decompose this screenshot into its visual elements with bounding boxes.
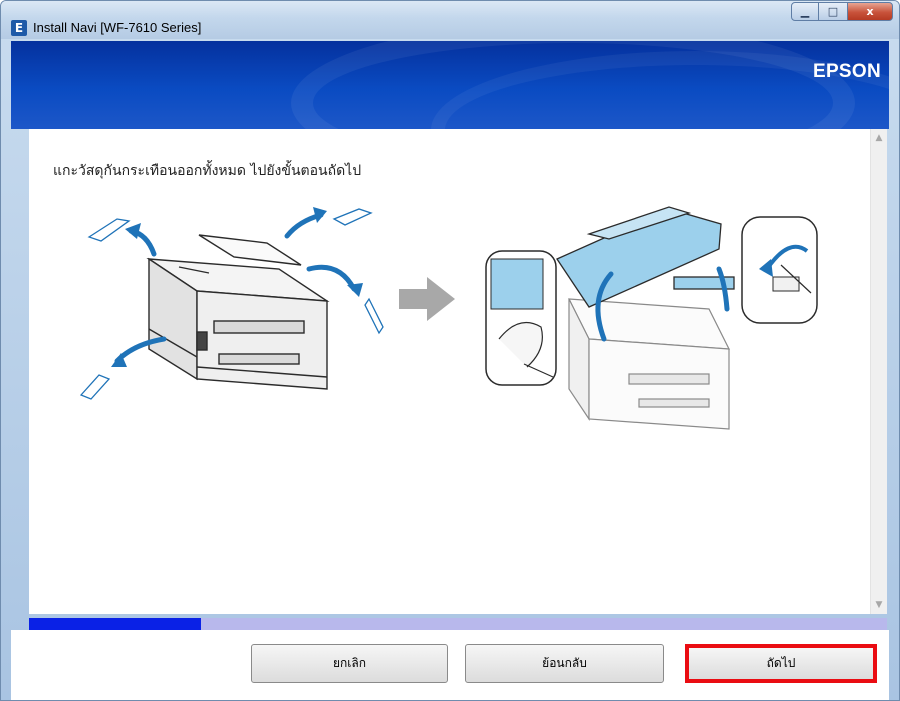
minimize-icon: ▁	[800, 5, 810, 18]
back-button[interactable]: ย้อนกลับ	[465, 644, 664, 683]
progress-fill	[29, 618, 201, 630]
epson-e-icon: E	[11, 20, 27, 36]
inset-hand-image	[485, 250, 557, 386]
instruction-text: แกะวัสดุกันกระเทือนออกทั้งหมด ไปยังขั้นต…	[53, 163, 362, 179]
close-icon: x	[866, 5, 874, 18]
epson-logo: EPSON	[812, 61, 881, 82]
footer-bar: ยกเลิก ย้อนกลับ ถัดไป	[11, 630, 889, 700]
inset-tape-image	[741, 216, 818, 324]
scroll-down-icon[interactable]: ▼	[874, 600, 884, 610]
next-button[interactable]: ถัดไป	[685, 644, 877, 683]
header-banner: EPSON	[11, 41, 889, 129]
cancel-button[interactable]: ยกเลิก	[251, 644, 448, 683]
open-scanner-lid-image	[556, 206, 735, 308]
minimize-button[interactable]: ▁	[791, 2, 819, 21]
close-button[interactable]: x	[847, 2, 893, 21]
scroll-up-icon[interactable]: ▲	[874, 133, 884, 143]
next-arrow-image	[399, 277, 455, 321]
maximize-icon: □	[827, 5, 839, 18]
installer-window: E Install Navi [WF-7610 Series] ▁ □ x EP…	[0, 0, 900, 701]
vertical-scrollbar[interactable]: ▲ ▼	[870, 129, 887, 614]
printer-with-tape-image	[146, 234, 330, 390]
progress-bar	[29, 618, 887, 630]
title-bar[interactable]: E Install Navi [WF-7610 Series] ▁ □ x	[1, 1, 899, 39]
content-area: แกะวัสดุกันกระเทือนออกทั้งหมด ไปยังขั้นต…	[29, 129, 870, 614]
remove-packing-illustration	[79, 206, 818, 430]
window-title: Install Navi [WF-7610 Series]	[33, 20, 202, 35]
window-controls: ▁ □ x	[791, 2, 893, 21]
maximize-button[interactable]: □	[819, 2, 847, 21]
printer-open-image	[567, 298, 731, 430]
